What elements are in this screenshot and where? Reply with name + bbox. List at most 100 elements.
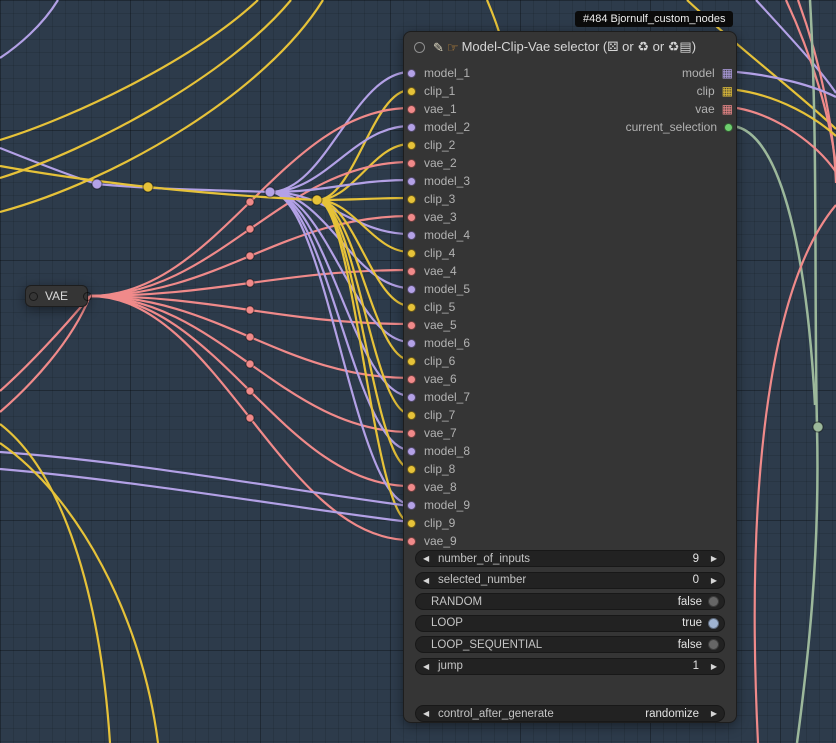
wire [487, 0, 499, 32]
stepper-decrement-icon[interactable]: ◀ [423, 662, 435, 671]
toggle-knob[interactable] [708, 639, 719, 650]
input-label: model_5 [424, 282, 470, 296]
input-label: vae_4 [424, 264, 457, 278]
model-input-port[interactable] [407, 339, 416, 348]
stepper-decrement-icon[interactable]: ◀ [423, 709, 435, 718]
input-row: vae_7 [404, 424, 736, 442]
widget-loop-sequential[interactable]: LOOP_SEQUENTIAL false [415, 636, 725, 653]
widget-control-after-generate[interactable]: ◀control_after_generaterandomize▶ [415, 705, 725, 722]
grid-port-icon[interactable]: ▦ [722, 103, 733, 115]
model-input-port[interactable] [407, 447, 416, 456]
node-titlebar[interactable]: ✎ ☞ Model-Clip-Vae selector (⚄ or ♻ or ♻… [404, 32, 736, 62]
input-label: vae_2 [424, 156, 457, 170]
wire [0, 424, 110, 743]
input-label: vae_3 [424, 210, 457, 224]
input-row: clip_5 [404, 298, 736, 316]
output-row: clip ▦ [697, 82, 736, 100]
clip-input-port[interactable] [407, 357, 416, 366]
widget-value: false [678, 639, 702, 651]
clip-input-port[interactable] [407, 141, 416, 150]
input-label: model_3 [424, 174, 470, 188]
widget-random[interactable]: RANDOMfalse [415, 593, 725, 610]
stepper-increment-icon[interactable]: ▶ [705, 576, 717, 585]
wire [0, 443, 158, 743]
clip-input-port[interactable] [407, 87, 416, 96]
input-label: vae_1 [424, 102, 457, 116]
wire-reroute-dot[interactable] [246, 225, 254, 233]
wire-reroute-dot[interactable] [246, 198, 254, 206]
model-input-port[interactable] [407, 69, 416, 78]
input-label: clip_9 [424, 516, 455, 530]
selection-output-port[interactable] [724, 123, 733, 132]
widget-selected-number[interactable]: ◀selected_number0▶ [415, 572, 725, 589]
widget-label: number_of_inputs [438, 553, 530, 565]
stepper-decrement-icon[interactable]: ◀ [423, 576, 435, 585]
model-input-port[interactable] [407, 393, 416, 402]
vae-input-port[interactable] [407, 321, 416, 330]
input-label: model_4 [424, 228, 470, 242]
stepper-increment-icon[interactable]: ▶ [705, 662, 717, 671]
vae-input-port[interactable] [407, 159, 416, 168]
clip-input-port[interactable] [407, 519, 416, 528]
output-label: clip [697, 84, 715, 98]
clip-input-port[interactable] [407, 465, 416, 474]
vae-input-port[interactable] [407, 267, 416, 276]
wire-reroute-dot[interactable] [92, 179, 102, 189]
grid-port-icon[interactable]: ▦ [722, 67, 733, 79]
wire-reroute-dot[interactable] [246, 306, 254, 314]
wire-reroute-dot[interactable] [265, 187, 275, 197]
node-editor-canvas[interactable]: #484 Bjornulf_custom_nodes ✎ ☞ Model-Cli… [0, 0, 836, 743]
vae-input-port[interactable] [407, 213, 416, 222]
model-input-port[interactable] [407, 285, 416, 294]
wire-reroute-dot[interactable] [246, 360, 254, 368]
vae-input-port[interactable] [407, 105, 416, 114]
vae-input-port[interactable] [407, 375, 416, 384]
wire-reroute-dot[interactable] [246, 333, 254, 341]
model-input-port[interactable] [407, 123, 416, 132]
wire-reroute-dot[interactable] [312, 195, 322, 205]
widget-number-of-inputs[interactable]: ◀number_of_inputs9▶ [415, 550, 725, 567]
model-input-port[interactable] [407, 501, 416, 510]
input-row: model_9 [404, 496, 736, 514]
wire-reroute-dot[interactable] [246, 387, 254, 395]
toggle-knob[interactable] [708, 618, 719, 629]
clip-input-port[interactable] [407, 411, 416, 420]
widget-value: 0 [693, 574, 699, 586]
collapse-dot-icon[interactable] [414, 42, 425, 53]
clip-input-port[interactable] [407, 195, 416, 204]
stepper-decrement-icon[interactable]: ◀ [423, 554, 435, 563]
vae-input-port[interactable] [407, 537, 416, 546]
input-label: clip_7 [424, 408, 455, 422]
input-row: vae_8 [404, 478, 736, 496]
wire-reroute-dot[interactable] [246, 414, 254, 422]
output-label: current_selection [626, 120, 717, 134]
vae-input-port[interactable] [407, 429, 416, 438]
wire-reroute-dot[interactable] [246, 279, 254, 287]
wire [317, 144, 410, 200]
selector-node[interactable]: ✎ ☞ Model-Clip-Vae selector (⚄ or ♻ or ♻… [403, 31, 737, 723]
wire-reroute-dot[interactable] [143, 182, 153, 192]
model-input-port[interactable] [407, 177, 416, 186]
node-group-badge: #484 Bjornulf_custom_nodes [575, 11, 733, 27]
vae-node[interactable]: VAE [25, 285, 88, 307]
wire-reroute-dot[interactable] [246, 252, 254, 260]
input-row: model_5 [404, 280, 736, 298]
model-input-port[interactable] [407, 231, 416, 240]
widget-label: LOOP_SEQUENTIAL [431, 639, 542, 651]
widget-loop[interactable]: LOOPtrue [415, 615, 725, 632]
vae-output-port[interactable] [83, 292, 92, 301]
toggle-knob[interactable] [708, 596, 719, 607]
output-row: vae▦ [695, 100, 736, 118]
vae-input-port[interactable] [407, 483, 416, 492]
input-label: clip_6 [424, 354, 455, 368]
wire-reroute-dot[interactable] [813, 422, 823, 432]
input-row: clip_2 [404, 136, 736, 154]
stepper-increment-icon[interactable]: ▶ [705, 709, 717, 718]
grid-port-icon[interactable]: ▦ [722, 85, 733, 97]
clip-input-port[interactable] [407, 303, 416, 312]
clip-input-port[interactable] [407, 249, 416, 258]
stepper-increment-icon[interactable]: ▶ [705, 554, 717, 563]
vae-input-port[interactable] [29, 292, 38, 301]
widget-jump[interactable]: ◀jump1▶ [415, 658, 725, 675]
input-row: vae_3 [404, 208, 736, 226]
